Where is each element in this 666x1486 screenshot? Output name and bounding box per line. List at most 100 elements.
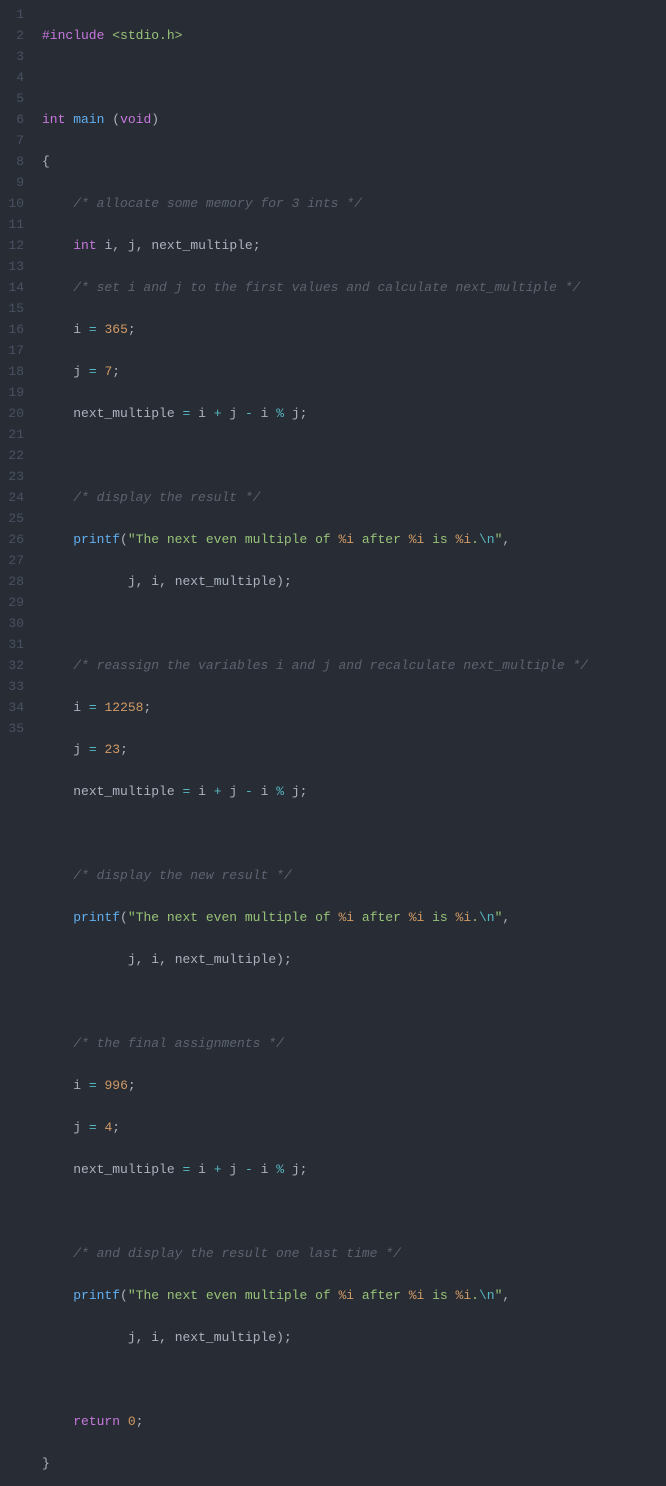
- ident-token: j: [73, 364, 81, 379]
- ident-token: j: [73, 742, 81, 757]
- line-number: 3: [4, 46, 24, 67]
- code-line: /* display the new result */: [42, 865, 666, 886]
- code-line: {: [42, 151, 666, 172]
- operator-token: =: [89, 322, 97, 337]
- operator-token: =: [182, 784, 190, 799]
- operator-token: =: [89, 1078, 97, 1093]
- operator-token: %: [276, 406, 284, 421]
- operator-token: %: [276, 784, 284, 799]
- code-line: j = 4;: [42, 1117, 666, 1138]
- line-number: 11: [4, 214, 24, 235]
- line-number: 26: [4, 529, 24, 550]
- operator-token: =: [182, 1162, 190, 1177]
- punct-token: ,: [502, 910, 510, 925]
- code-line: /* set i and j to the first values and c…: [42, 277, 666, 298]
- punct-token: ;: [143, 700, 151, 715]
- string-token: after: [354, 1288, 409, 1303]
- format-token: %i: [456, 532, 472, 547]
- line-number: 8: [4, 151, 24, 172]
- code-line: [42, 1201, 666, 1222]
- punct-token: ): [151, 112, 159, 127]
- ident-token: j: [73, 1120, 81, 1135]
- code-line: i = 12258;: [42, 697, 666, 718]
- code-line: next_multiple = i + j - i % j;: [42, 781, 666, 802]
- format-token: %i: [456, 1288, 472, 1303]
- ident-token: i: [261, 784, 269, 799]
- string-token: .: [471, 910, 479, 925]
- comment-token: /* reassign the variables i and j and re…: [73, 658, 588, 673]
- number-token: 996: [104, 1078, 127, 1093]
- ident-token: i: [73, 1078, 81, 1093]
- comment-token: /* allocate some memory for 3 ints */: [73, 196, 362, 211]
- code-line: [42, 823, 666, 844]
- code-line: /* the final assignments */: [42, 1033, 666, 1054]
- keyword-token: return: [73, 1414, 120, 1429]
- ident-token: next_multiple: [73, 406, 174, 421]
- ident-token: next_multiple: [175, 1330, 276, 1345]
- line-number: 32: [4, 655, 24, 676]
- punct-token: ;: [284, 1330, 292, 1345]
- operator-token: =: [89, 700, 97, 715]
- function-name-token: printf: [73, 910, 120, 925]
- line-number: 29: [4, 592, 24, 613]
- code-line: [42, 445, 666, 466]
- punct-token: ,: [136, 574, 144, 589]
- format-token: %i: [409, 532, 425, 547]
- punct-token: ;: [284, 574, 292, 589]
- line-number: 1: [4, 4, 24, 25]
- string-token: after: [354, 910, 409, 925]
- line-number: 22: [4, 445, 24, 466]
- operator-token: +: [214, 406, 222, 421]
- punct-token: ;: [112, 1120, 120, 1135]
- operator-token: =: [89, 364, 97, 379]
- code-line: next_multiple = i + j - i % j;: [42, 1159, 666, 1180]
- operator-token: +: [214, 1162, 222, 1177]
- line-number: 30: [4, 613, 24, 634]
- punct-token: ;: [284, 952, 292, 967]
- punct-token: (: [120, 910, 128, 925]
- code-line: [42, 67, 666, 88]
- line-number: 14: [4, 277, 24, 298]
- function-name-token: main: [73, 112, 104, 127]
- keyword-token: int: [73, 238, 96, 253]
- function-name-token: printf: [73, 532, 120, 547]
- code-line: j, i, next_multiple);: [42, 571, 666, 592]
- punct-token: ;: [300, 406, 308, 421]
- keyword-token: int: [42, 112, 65, 127]
- ident-token: j: [229, 406, 237, 421]
- comment-token: /* the final assignments */: [73, 1036, 284, 1051]
- code-line: [42, 1369, 666, 1390]
- line-number: 6: [4, 109, 24, 130]
- system-header-token: <stdio.h>: [112, 28, 182, 43]
- preprocessor-token: #include: [42, 28, 104, 43]
- line-number: 18: [4, 361, 24, 382]
- punct-token: ,: [159, 952, 167, 967]
- ident-token: next_multiple: [175, 952, 276, 967]
- line-number: 24: [4, 487, 24, 508]
- ident-token: j: [128, 952, 136, 967]
- code-line: int main (void): [42, 109, 666, 130]
- code-line: /* reassign the variables i and j and re…: [42, 655, 666, 676]
- punct-token: ,: [136, 238, 144, 253]
- comment-token: /* display the result */: [73, 490, 260, 505]
- punct-token: ;: [300, 1162, 308, 1177]
- number-token: 0: [128, 1414, 136, 1429]
- ident-token: next_multiple: [73, 1162, 174, 1177]
- ident-token: i: [261, 1162, 269, 1177]
- code-line: j, i, next_multiple);: [42, 949, 666, 970]
- number-token: 23: [104, 742, 120, 757]
- code-line: [42, 991, 666, 1012]
- ident-token: i: [73, 322, 81, 337]
- code-line: j, i, next_multiple);: [42, 1327, 666, 1348]
- line-number: 35: [4, 718, 24, 739]
- ident-token: j: [292, 784, 300, 799]
- code-line: #include <stdio.h>: [42, 25, 666, 46]
- code-line: printf("The next even multiple of %i aft…: [42, 529, 666, 550]
- comment-token: /* and display the result one last time …: [73, 1246, 401, 1261]
- format-token: %i: [338, 532, 354, 547]
- punct-token: ;: [128, 1078, 136, 1093]
- ident-token: i: [151, 952, 159, 967]
- escape-token: \n: [479, 1288, 495, 1303]
- string-token: .: [471, 532, 479, 547]
- line-number: 34: [4, 697, 24, 718]
